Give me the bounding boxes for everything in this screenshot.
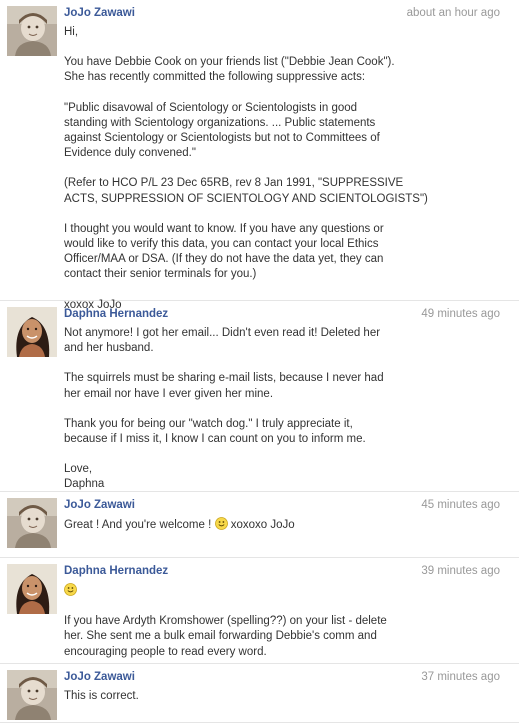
message-body: Not anymore! I got her email... Didn't e… bbox=[64, 326, 504, 493]
author-link[interactable]: Daphna Hernandez bbox=[64, 565, 168, 577]
message-paragraph: Hi, bbox=[64, 26, 79, 38]
message-paragraph: Thank you for being our "watch dog." I t… bbox=[64, 417, 366, 446]
author-link[interactable]: JoJo Zawawi bbox=[64, 499, 135, 511]
message-paragraph: Love, Daphna bbox=[64, 463, 105, 491]
smiley-icon bbox=[64, 583, 77, 596]
message-paragraph: If you have Ardyth Kromshower (spelling?… bbox=[64, 615, 387, 658]
message-paragraph: Great ! And you're welcome ! xoxoxo JoJo bbox=[64, 517, 504, 533]
message-item: Daphna Hernandez 39 minutes ago If you h… bbox=[0, 558, 519, 664]
daphna-avatar-icon[interactable] bbox=[7, 307, 57, 357]
author-link[interactable]: JoJo Zawawi bbox=[64, 7, 135, 19]
message-body: Hi, You have Debbie Cook on your friends… bbox=[64, 25, 504, 313]
message-item: JoJo Zawawi 45 minutes ago Great ! And y… bbox=[0, 492, 519, 558]
author-link[interactable]: JoJo Zawawi bbox=[64, 671, 135, 683]
smiley-icon bbox=[214, 517, 228, 530]
timestamp: 37 minutes ago bbox=[421, 671, 500, 683]
author-link[interactable]: Daphna Hernandez bbox=[64, 308, 168, 320]
message-item: Daphna Hernandez 49 minutes ago Not anym… bbox=[0, 301, 519, 492]
jojo-avatar-icon[interactable] bbox=[7, 498, 57, 548]
message-body: If you have Ardyth Kromshower (spelling?… bbox=[64, 583, 504, 660]
timestamp: 49 minutes ago bbox=[421, 308, 500, 320]
jojo-avatar-icon[interactable] bbox=[7, 670, 57, 720]
message-paragraph: (Refer to HCO P/L 23 Dec 65RB, rev 8 Jan… bbox=[64, 177, 428, 205]
message-thread: JoJo Zawawi about an hour ago Hi, You ha… bbox=[0, 0, 519, 723]
message-paragraph: The squirrels must be sharing e-mail lis… bbox=[64, 372, 384, 400]
message-paragraph: "Public disavowal of Scientology or Scie… bbox=[64, 101, 380, 160]
message-item: JoJo Zawawi 37 minutes ago This is corre… bbox=[0, 664, 519, 723]
message-body: This is correct. bbox=[64, 689, 504, 704]
jojo-avatar-icon[interactable] bbox=[7, 6, 57, 56]
message-item: JoJo Zawawi about an hour ago Hi, You ha… bbox=[0, 0, 519, 311]
daphna-avatar-icon[interactable] bbox=[7, 564, 57, 614]
timestamp: about an hour ago bbox=[406, 7, 500, 19]
message-paragraph bbox=[64, 583, 504, 599]
message-paragraph: This is correct. bbox=[64, 690, 139, 702]
timestamp: 45 minutes ago bbox=[421, 499, 500, 511]
message-text: Great ! And you're welcome ! bbox=[64, 519, 215, 531]
message-paragraph: I thought you would want to know. If you… bbox=[64, 222, 384, 281]
message-paragraph: Not anymore! I got her email... Didn't e… bbox=[64, 327, 381, 355]
message-text: xoxoxo JoJo bbox=[227, 519, 295, 531]
message-body: Great ! And you're welcome ! xoxoxo JoJo bbox=[64, 517, 504, 533]
message-paragraph: You have Debbie Cook on your friends lis… bbox=[64, 56, 395, 84]
timestamp: 39 minutes ago bbox=[421, 565, 500, 577]
